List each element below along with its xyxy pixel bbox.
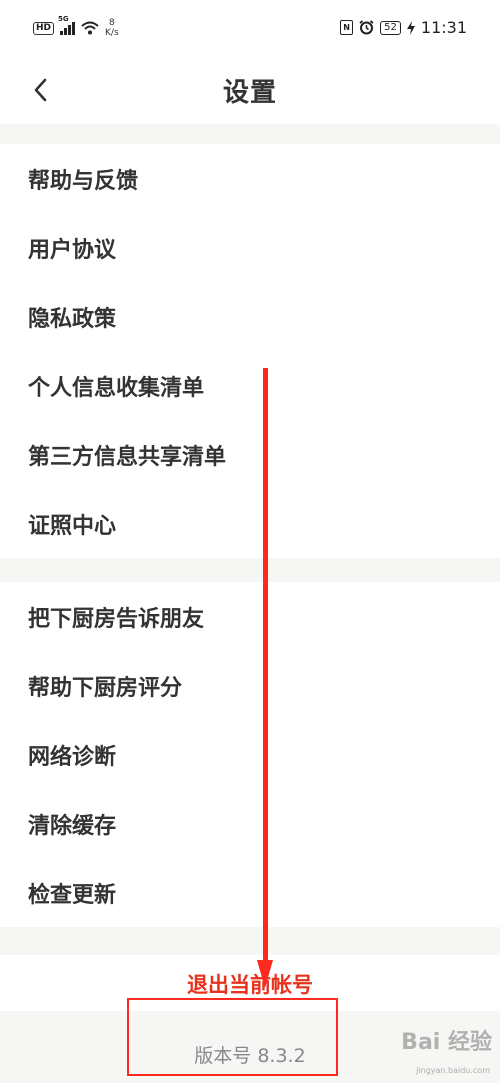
alarm-icon — [359, 20, 374, 35]
hd-icon: HD — [33, 21, 55, 35]
annotation-highlight-box — [127, 998, 338, 1076]
annotation-arrow-head — [257, 960, 273, 988]
watermark-url: jingyan.baidu.com — [416, 1066, 490, 1075]
annotation-arrow-line — [263, 368, 268, 963]
menu-item-check-update[interactable]: 检查更新 — [0, 858, 500, 927]
signal-icon: 5G — [58, 15, 76, 35]
settings-section-info: 帮助与反馈 用户协议 隐私政策 个人信息收集清单 第三方信息共享清单 证照中心 — [0, 144, 500, 558]
status-right: N 52 11:31 — [340, 18, 467, 37]
menu-item-help-feedback[interactable]: 帮助与反馈 — [0, 144, 500, 213]
menu-item-personal-info-list[interactable]: 个人信息收集清单 — [0, 351, 500, 420]
menu-item-license-center[interactable]: 证照中心 — [0, 489, 500, 558]
clock: 11:31 — [420, 18, 467, 37]
status-bar: HD 5G 8 K/s N 52 11:31 — [0, 0, 500, 56]
menu-item-share-app[interactable]: 把下厨房告诉朋友 — [0, 582, 500, 651]
section-divider — [0, 558, 500, 582]
watermark: Bai 经验 — [401, 1024, 492, 1056]
status-left: HD 5G 8 K/s — [33, 15, 119, 38]
menu-item-network-diagnosis[interactable]: 网络诊断 — [0, 720, 500, 789]
watermark-text: Bai 经验 — [401, 1030, 492, 1055]
menu-item-clear-cache[interactable]: 清除缓存 — [0, 789, 500, 858]
speed-value: 8 — [108, 18, 115, 28]
wifi-icon — [81, 21, 99, 35]
speed-unit: K/s — [105, 28, 119, 38]
menu-item-user-agreement[interactable]: 用户协议 — [0, 213, 500, 282]
app-header: 设置 — [0, 56, 500, 124]
section-divider — [0, 927, 500, 955]
charging-icon — [406, 20, 415, 35]
page-title: 设置 — [222, 78, 277, 108]
network-speed: 8 K/s — [105, 18, 119, 38]
network-type: 5G — [58, 15, 69, 23]
section-divider — [0, 124, 500, 144]
menu-item-rate-app[interactable]: 帮助下厨房评分 — [0, 651, 500, 720]
menu-item-privacy-policy[interactable]: 隐私政策 — [0, 282, 500, 351]
nfc-icon: N — [340, 20, 354, 35]
settings-section-app: 把下厨房告诉朋友 帮助下厨房评分 网络诊断 清除缓存 检查更新 — [0, 582, 500, 927]
menu-item-third-party-sharing[interactable]: 第三方信息共享清单 — [0, 420, 500, 489]
battery-icon: 52 — [380, 20, 401, 35]
